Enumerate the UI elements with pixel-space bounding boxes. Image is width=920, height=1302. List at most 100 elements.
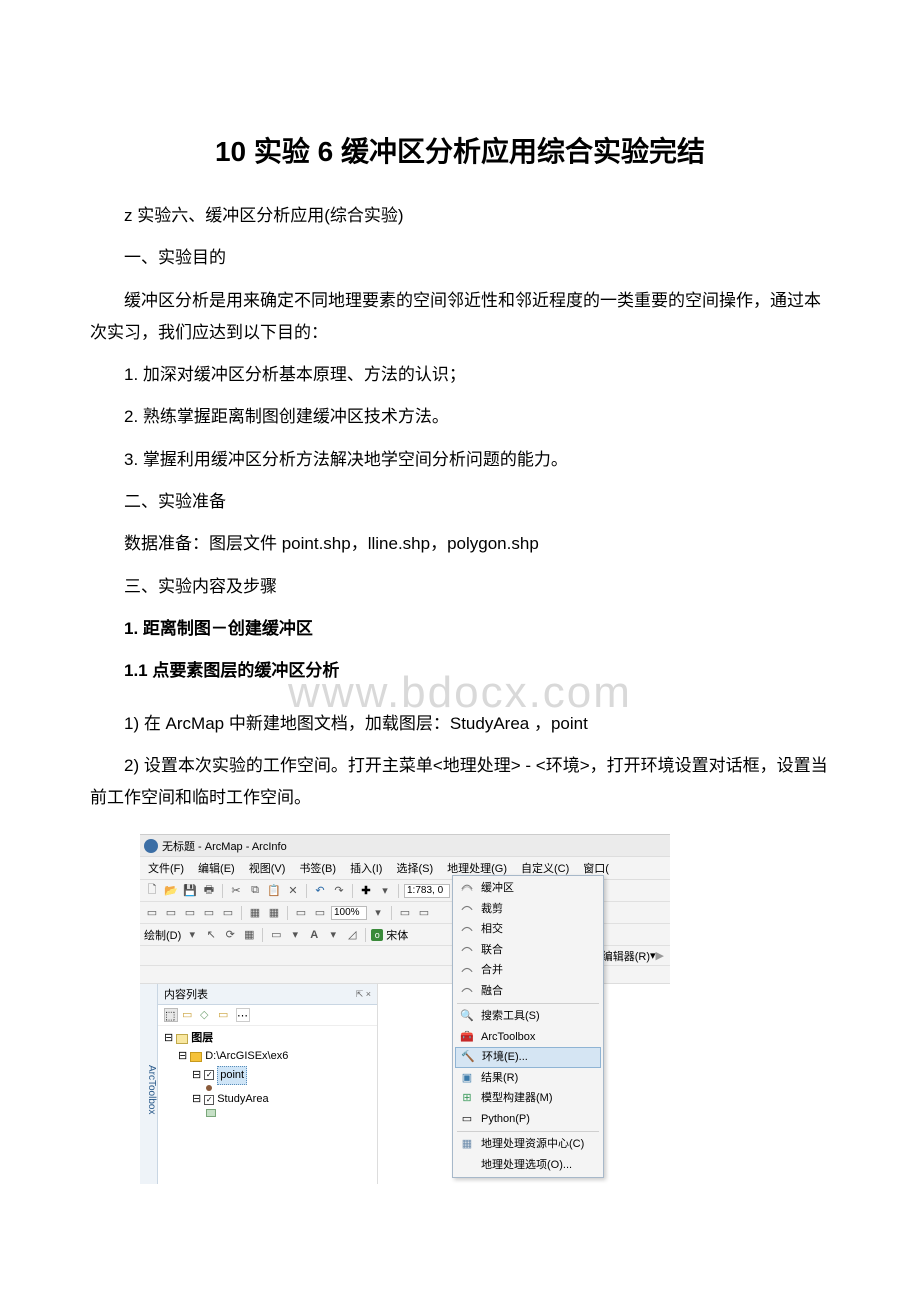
menu-insert[interactable]: 插入(I) <box>350 860 382 876</box>
modelbuilder-icon: ⊞ <box>459 1092 475 1106</box>
menu-item-results[interactable]: ▣ 结果(R) <box>453 1068 603 1089</box>
delete-icon[interactable]: ✕ <box>285 883 301 899</box>
toc-tree: ⊟ 图层 ⊟ D:\ArcGISEx\ex6 ⊟ ✓ point <box>158 1026 377 1120</box>
menu-item-union[interactable]: 联合 <box>453 940 603 961</box>
tool-icon[interactable]: ▶ <box>656 949 664 962</box>
pointer-icon[interactable]: ↖ <box>203 927 219 943</box>
paragraph: 2) 设置本次实验的工作空间。打开主菜单<地理处理> - <环境>，打开环境设置… <box>90 750 830 815</box>
menu-customize[interactable]: 自定义(C) <box>521 860 569 876</box>
cut-icon[interactable]: ✂ <box>228 883 244 899</box>
tree-layer-studyarea[interactable]: ⊟ ✓ StudyArea <box>164 1091 375 1109</box>
tool-icon[interactable]: ▭ <box>201 905 217 921</box>
collapse-icon[interactable]: ⊟ <box>164 1030 173 1048</box>
new-doc-icon[interactable]: 🗋 <box>144 883 160 899</box>
menu-item-resource-center[interactable]: ▦ 地理处理资源中心(C) <box>453 1134 603 1155</box>
menu-item-python[interactable]: ▭ Python(P) <box>453 1109 603 1130</box>
menu-item-modelbuilder[interactable]: ⊞ 模型构建器(M) <box>453 1088 603 1109</box>
tool-icon[interactable]: ◿ <box>344 927 360 943</box>
dropdown-icon[interactable]: ▾ <box>325 927 341 943</box>
layer-label-selected[interactable]: point <box>217 1066 247 1086</box>
menu-item-intersect[interactable]: 相交 <box>453 919 603 940</box>
open-icon[interactable]: 📂 <box>163 883 179 899</box>
menu-item-dissolve[interactable]: 融合 <box>453 981 603 1002</box>
tool-icon[interactable]: ▦ <box>241 927 257 943</box>
paragraph: 数据准备：图层文件 point.shp，lline.shp，polygon.sh… <box>90 528 830 560</box>
collapse-icon[interactable]: ⊟ <box>192 1091 201 1109</box>
tool-icon[interactable]: ▦ <box>266 905 282 921</box>
menu-item-buffer[interactable]: 缓冲区 <box>453 878 603 899</box>
zoom-field[interactable]: 100% <box>331 906 367 920</box>
tool-icon[interactable]: ▭ <box>312 905 328 921</box>
heading-1: 1. 距离制图－创建缓冲区 <box>90 613 830 645</box>
font-name[interactable]: 宋体 <box>386 927 408 943</box>
menu-item-merge[interactable]: 合并 <box>453 960 603 981</box>
dropdown-icon[interactable]: ▾ <box>370 905 386 921</box>
draw-label[interactable]: 绘制(D) <box>144 927 181 943</box>
menu-item-label: 环境(E)... <box>482 1049 528 1066</box>
tool-icon[interactable]: ▭ <box>397 905 413 921</box>
menu-item-label: 裁剪 <box>481 901 503 918</box>
tool-icon[interactable]: ▭ <box>293 905 309 921</box>
editor-menu[interactable]: 编辑器(R) <box>602 948 650 964</box>
dropdown-icon[interactable]: ▾ <box>184 927 200 943</box>
font-icon[interactable]: o <box>371 929 383 941</box>
scale-field[interactable]: 1:783, 0 <box>404 884 450 898</box>
window-title: 无标题 - ArcMap - ArcInfo <box>162 838 287 854</box>
tree-layer-point[interactable]: ⊟ ✓ point <box>164 1066 375 1086</box>
paste-icon[interactable]: 📋 <box>266 883 282 899</box>
menu-divider <box>457 1131 599 1132</box>
rect-icon[interactable]: ▭ <box>268 927 284 943</box>
collapse-icon[interactable]: ⊟ <box>192 1067 201 1085</box>
dissolve-icon <box>459 984 475 998</box>
text-icon[interactable]: A <box>306 927 322 943</box>
menu-edit[interactable]: 编辑(E) <box>198 860 235 876</box>
tool-icon[interactable]: ▦ <box>247 905 263 921</box>
list-by-source-icon[interactable]: ▭ <box>182 1008 196 1022</box>
menu-select[interactable]: 选择(S) <box>396 860 433 876</box>
menu-item-environments[interactable]: 🔨 环境(E)... <box>455 1047 601 1068</box>
buffer-icon <box>459 882 475 896</box>
save-icon[interactable]: 💾 <box>182 883 198 899</box>
results-icon: ▣ <box>459 1071 475 1085</box>
tool-icon[interactable]: ▭ <box>163 905 179 921</box>
list-by-visibility-icon[interactable]: ◇ <box>200 1008 214 1022</box>
menu-item-label: 地理处理选项(O)... <box>481 1157 572 1174</box>
tool-icon[interactable]: ▭ <box>144 905 160 921</box>
menu-geoprocessing[interactable]: 地理处理(G) <box>447 860 507 876</box>
layer-checkbox[interactable]: ✓ <box>204 1095 214 1105</box>
menu-bookmarks[interactable]: 书签(B) <box>299 860 336 876</box>
dropdown-icon[interactable]: ▾ <box>287 927 303 943</box>
list-by-selection-icon[interactable]: ▭ <box>218 1008 232 1022</box>
layer-checkbox[interactable]: ✓ <box>204 1070 214 1080</box>
copy-icon[interactable]: ⧉ <box>247 883 263 899</box>
heading-1-1: 1.1 点要素图层的缓冲区分析 <box>90 655 830 687</box>
add-data-icon[interactable]: ✚ <box>358 883 374 899</box>
rotate-icon[interactable]: ⟳ <box>222 927 238 943</box>
undo-icon[interactable]: ↶ <box>312 883 328 899</box>
menu-view[interactable]: 视图(V) <box>249 860 286 876</box>
arctoolbox-tab[interactable]: ArcToolbox <box>140 984 158 1184</box>
menu-item-clip[interactable]: 裁剪 <box>453 899 603 920</box>
menu-window[interactable]: 窗口( <box>583 860 609 876</box>
menu-item-gp-options[interactable]: 地理处理选项(O)... <box>453 1155 603 1176</box>
options-icon[interactable]: ⋯ <box>236 1008 250 1022</box>
polygon-symbol-icon <box>206 1109 216 1117</box>
menu-item-search-tools[interactable]: 🔍 搜索工具(S) <box>453 1006 603 1027</box>
tree-root[interactable]: ⊟ 图层 <box>164 1030 375 1048</box>
toc-controls[interactable]: ⇱ × <box>356 989 371 1000</box>
tool-icon[interactable]: ▭ <box>416 905 432 921</box>
toc-toolbar: ⬚ ▭ ◇ ▭ ⋯ <box>158 1005 377 1026</box>
list-by-drawing-icon[interactable]: ⬚ <box>164 1008 178 1022</box>
collapse-icon[interactable]: ⊟ <box>178 1048 187 1066</box>
menu-file[interactable]: 文件(F) <box>148 860 184 876</box>
dropdown-icon[interactable]: ▾ <box>377 883 393 899</box>
arcmap-window: 无标题 - ArcMap - ArcInfo 文件(F) 编辑(E) 视图(V)… <box>140 834 670 1184</box>
tool-icon[interactable]: ▭ <box>182 905 198 921</box>
tree-folder[interactable]: ⊟ D:\ArcGISEx\ex6 <box>164 1048 375 1066</box>
redo-icon[interactable]: ↷ <box>331 883 347 899</box>
menu-item-arctoolbox[interactable]: 🧰 ArcToolbox <box>453 1027 603 1048</box>
tree-root-label: 图层 <box>191 1030 213 1048</box>
print-icon[interactable]: 🖶 <box>201 883 217 899</box>
clip-icon <box>459 902 475 916</box>
tool-icon[interactable]: ▭ <box>220 905 236 921</box>
